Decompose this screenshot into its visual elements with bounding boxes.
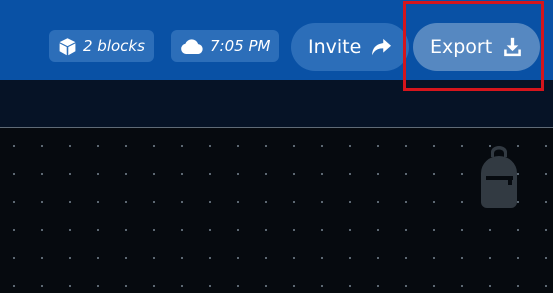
blocks-count-label: 2 blocks bbox=[83, 37, 145, 55]
secondary-bar bbox=[0, 80, 553, 127]
app-window: 2 blocks 7:05 PM Invite Export bbox=[0, 0, 553, 293]
blocks-count-badge: 2 blocks bbox=[49, 30, 154, 62]
download-icon bbox=[502, 37, 523, 57]
export-button[interactable]: Export bbox=[413, 23, 541, 71]
cloud-icon bbox=[180, 38, 204, 55]
cube-icon bbox=[58, 37, 77, 56]
share-arrow-icon bbox=[371, 38, 392, 57]
time-label: 7:05 PM bbox=[210, 37, 271, 55]
invite-button-label: Invite bbox=[308, 36, 362, 58]
grid-canvas[interactable] bbox=[0, 128, 553, 293]
time-badge: 7:05 PM bbox=[171, 30, 280, 62]
invite-button[interactable]: Invite bbox=[291, 23, 410, 71]
backpack-icon[interactable] bbox=[477, 146, 521, 208]
export-button-label: Export bbox=[430, 36, 493, 58]
top-toolbar: 2 blocks 7:05 PM Invite Export bbox=[0, 0, 553, 80]
